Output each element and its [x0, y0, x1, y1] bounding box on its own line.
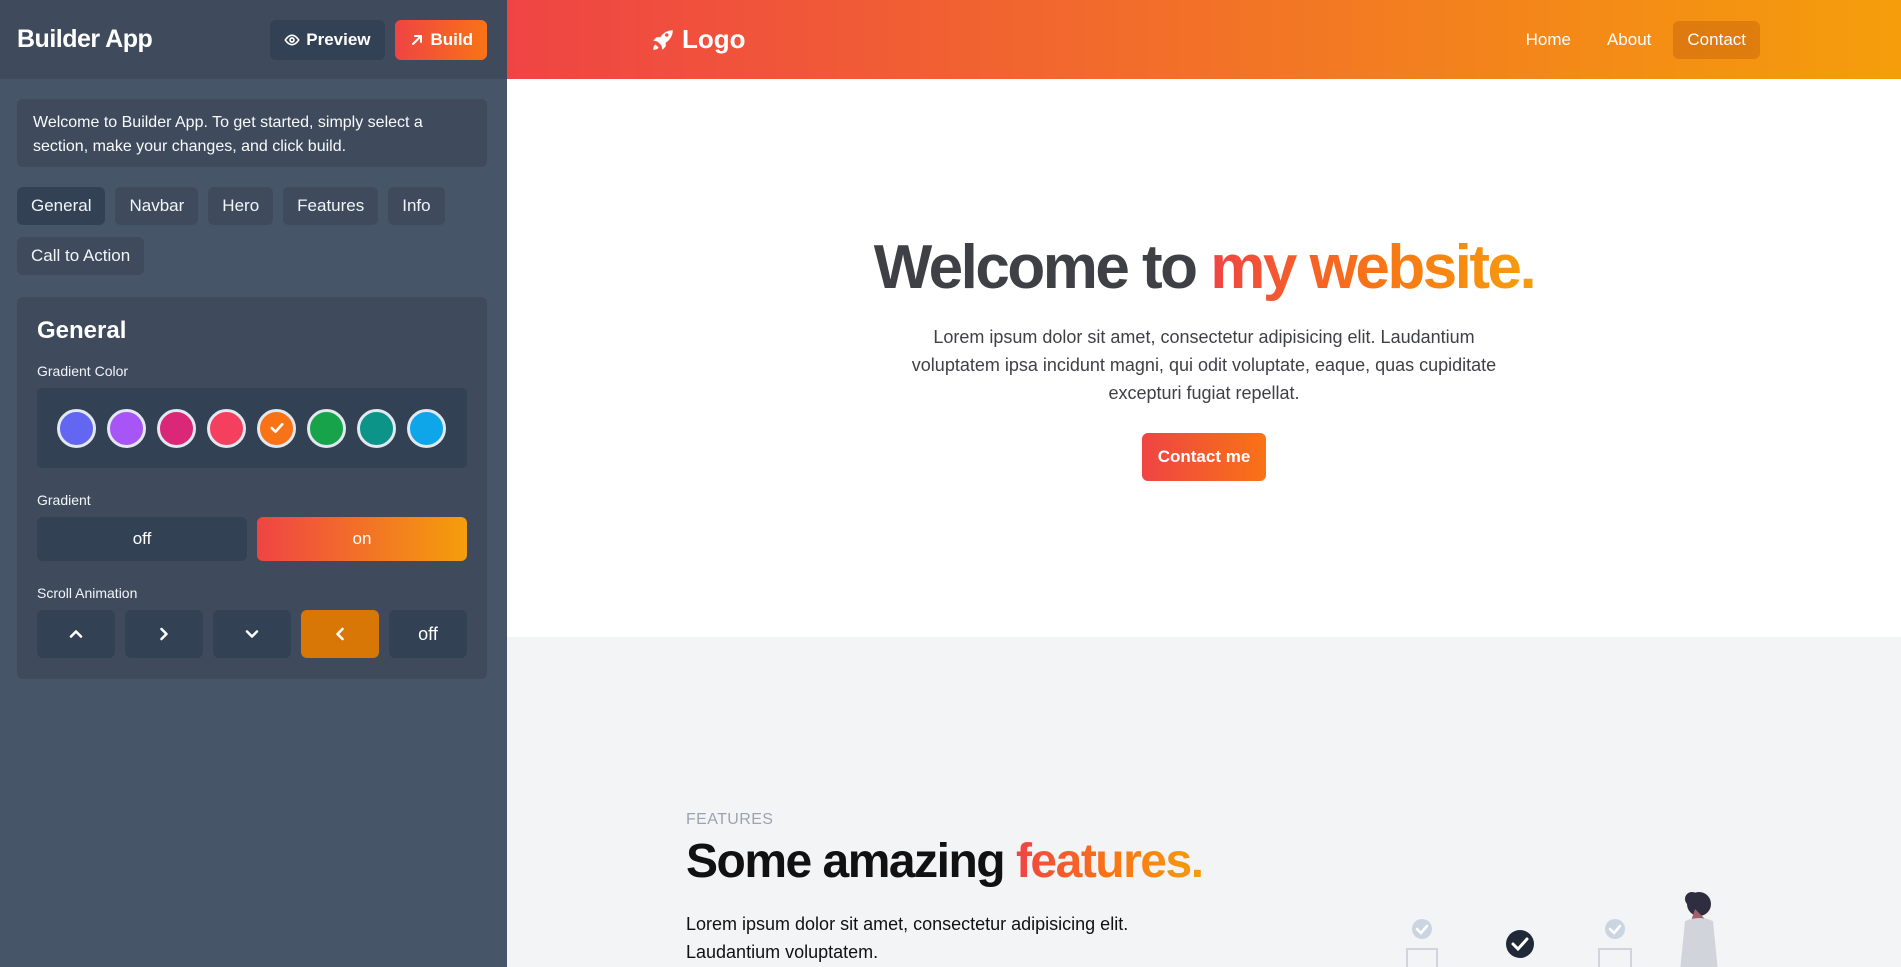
preview-nav-links: Home About Contact — [1512, 20, 1760, 59]
color-swatch[interactable] — [357, 408, 396, 448]
website-preview: Logo Home About Contact Welcome to my we… — [507, 0, 1901, 967]
scroll-animation-options: off — [37, 610, 467, 658]
scroll-down-button[interactable] — [213, 610, 291, 658]
welcome-message: Welcome to Builder App. To get started, … — [17, 99, 487, 167]
check-circle-icon — [1406, 919, 1438, 967]
build-label: Build — [430, 29, 474, 49]
scroll-left-button[interactable] — [301, 610, 379, 658]
features-eyebrow: FEATURES — [686, 811, 774, 828]
color-swatch[interactable] — [107, 408, 146, 448]
scroll-up-button[interactable] — [37, 610, 115, 658]
chevron-left-icon — [336, 627, 344, 641]
hero-subtitle: Lorem ipsum dolor sit amet, consectetur … — [911, 327, 1497, 403]
features-illustration — [1406, 892, 1718, 967]
app-title: Builder App — [17, 25, 153, 53]
chevron-up-icon — [69, 630, 83, 638]
nav-home-link[interactable]: Home — [1512, 21, 1585, 59]
hero-title: Welcome to my website. — [874, 237, 1537, 299]
tab-features[interactable]: Features — [283, 187, 379, 225]
features-subtitle: Lorem ipsum dolor sit amet, consectetur … — [686, 914, 1129, 962]
tab-navbar[interactable]: Navbar — [115, 187, 199, 225]
gradient-label: Gradient — [37, 492, 91, 508]
color-swatch[interactable] — [307, 408, 346, 448]
gradient-on-button[interactable]: on — [257, 517, 467, 561]
features-section: FEATURES Some amazing features. Lorem ip… — [507, 637, 1901, 967]
scroll-right-button[interactable] — [125, 610, 203, 658]
color-swatch[interactable] — [407, 408, 446, 448]
check-circle-icon — [1506, 930, 1534, 958]
features-title-accent: features. — [1015, 835, 1204, 888]
check-icon — [269, 422, 284, 434]
color-swatch[interactable] — [207, 408, 246, 448]
preview-label: Preview — [306, 29, 371, 49]
settings-panel: General Gradient Color Gradient off on S… — [17, 297, 487, 679]
hero-title-plain: Welcome to — [873, 233, 1211, 302]
tab-info[interactable]: Info — [388, 187, 445, 225]
gradient-off-button[interactable]: off — [37, 517, 247, 561]
header-actions: Preview Build — [270, 19, 487, 60]
builder-sidebar: Builder App Preview Build Welcome to Bui… — [0, 0, 507, 967]
arrow-up-right-icon — [411, 34, 422, 45]
color-swatch[interactable] — [57, 408, 96, 448]
rocket-icon — [653, 29, 673, 50]
color-swatch[interactable] — [257, 408, 296, 448]
tab-hero[interactable]: Hero — [208, 187, 274, 225]
check-circle-icon — [1598, 919, 1632, 967]
hero-title-accent: my website. — [1210, 233, 1536, 302]
logo-text: Logo — [682, 24, 746, 54]
build-button[interactable]: Build — [394, 19, 487, 60]
panel-title: General — [37, 317, 127, 344]
scroll-off-button[interactable]: off — [389, 610, 467, 658]
features-title: Some amazing features. — [686, 833, 1204, 891]
eye-icon — [284, 33, 300, 46]
person-illustration — [1680, 892, 1718, 967]
features-title-plain: Some amazing — [686, 835, 1016, 888]
preview-logo[interactable]: Logo — [650, 24, 746, 55]
section-tabs: General Navbar Hero Features Info Call t… — [17, 187, 487, 275]
gradient-color-picker — [37, 388, 467, 468]
scroll-animation-label: Scroll Animation — [37, 585, 138, 601]
gradient-color-label: Gradient Color — [37, 363, 129, 379]
nav-contact-link[interactable]: Contact — [1673, 20, 1760, 59]
gradient-toggle: off on — [37, 517, 467, 561]
preview-button[interactable]: Preview — [270, 19, 385, 60]
nav-about-link[interactable]: About — [1593, 21, 1665, 59]
preview-navbar: Logo Home About Contact — [507, 0, 1901, 79]
color-swatch[interactable] — [157, 408, 196, 448]
chevron-right-icon — [160, 627, 168, 641]
sidebar-header: Builder App Preview Build — [0, 0, 507, 79]
hero-section: Welcome to my website. Lorem ipsum dolor… — [507, 79, 1901, 637]
contact-me-button[interactable]: Contact me — [1141, 433, 1267, 481]
tab-call-to-action[interactable]: Call to Action — [17, 237, 145, 275]
tab-general[interactable]: General — [17, 187, 106, 225]
chevron-down-icon — [245, 630, 259, 638]
